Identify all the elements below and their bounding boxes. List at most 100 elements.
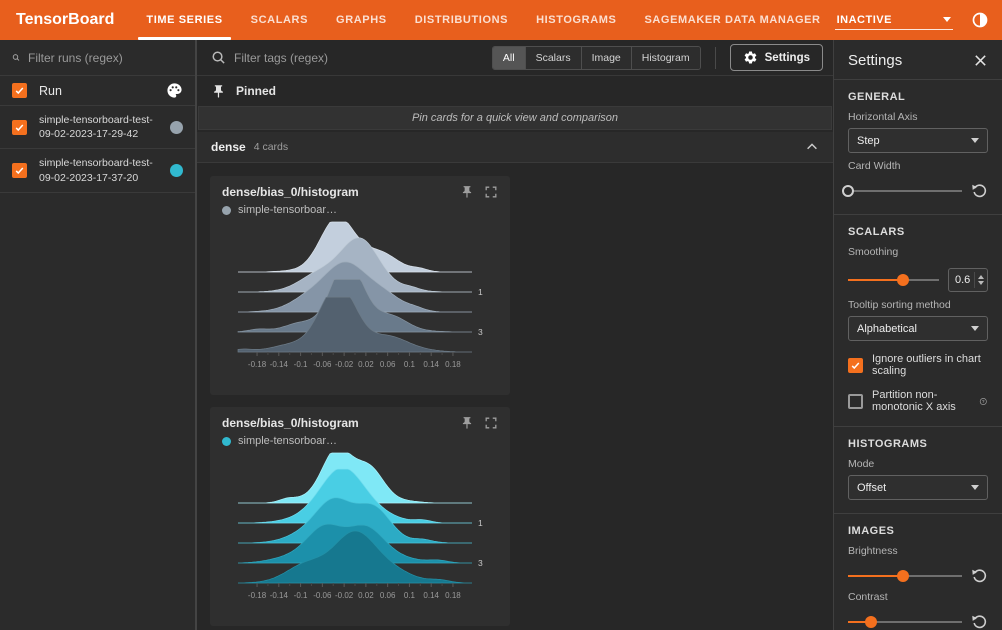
svg-text:1: 1 — [478, 518, 483, 528]
pin-icon[interactable] — [460, 416, 474, 430]
histogram-chart: -0.18 -0.14 -0.1 -0.06 -0.02 0.02 0.06 0.1 0.14 0… — [222, 218, 498, 379]
ignore-outliers-option[interactable]: Ignore outliers in chart scaling — [848, 353, 988, 377]
svg-text:-0.18: -0.18 — [248, 591, 267, 600]
field-label: Smoothing — [848, 246, 899, 258]
search-icon — [12, 50, 20, 65]
partition-x-axis-checkbox[interactable] — [848, 393, 863, 409]
smoothing-slider[interactable] — [848, 273, 939, 287]
tab-scalars[interactable]: SCALARS — [237, 0, 322, 40]
tab-time-series[interactable]: TIME SERIES — [132, 0, 236, 40]
tab-distributions[interactable]: DISTRIBUTIONS — [401, 0, 522, 40]
svg-text:-0.06: -0.06 — [313, 591, 332, 600]
field-label: Brightness — [848, 545, 898, 557]
svg-text:-0.14: -0.14 — [270, 591, 289, 600]
slider-thumb[interactable] — [842, 184, 854, 197]
section-name: dense — [211, 140, 246, 154]
field-label: Mode — [848, 458, 875, 470]
svg-text:0.1: 0.1 — [404, 360, 416, 369]
filter-all-button[interactable]: All — [492, 46, 526, 69]
chevron-up-icon[interactable] — [805, 140, 819, 154]
svg-text:-0.14: -0.14 — [270, 360, 289, 369]
histogram-card: dense/bias_0/histogram simple-tensorboar… — [210, 176, 510, 395]
run-row[interactable]: simple-tensorboard-test-09-02-2023-17-37… — [0, 149, 195, 193]
filter-histogram-button[interactable]: Histogram — [631, 46, 700, 69]
section-header-dense[interactable]: dense 4 cards — [197, 132, 833, 163]
slider-thumb[interactable] — [896, 569, 909, 582]
svg-text:0.06: 0.06 — [380, 360, 396, 369]
filter-image-button[interactable]: Image — [581, 46, 632, 69]
reset-icon[interactable] — [971, 567, 988, 584]
svg-text:3: 3 — [478, 558, 483, 568]
number-stepper[interactable] — [974, 272, 987, 288]
settings-panel: Settings GENERAL Horizontal Axis Step Ca… — [833, 40, 1002, 630]
slider-thumb[interactable] — [864, 615, 877, 628]
chevron-down-icon — [971, 138, 979, 143]
run-row[interactable]: simple-tensorboard-test-09-02-2023-17-29… — [0, 106, 195, 150]
run-select-all-checkbox[interactable] — [12, 83, 27, 98]
svg-text:0.18: 0.18 — [445, 591, 461, 600]
fullscreen-icon[interactable] — [484, 185, 498, 199]
svg-text:-0.02: -0.02 — [335, 591, 354, 600]
brightness-slider[interactable] — [848, 569, 962, 583]
check-icon — [14, 165, 25, 176]
legend-dot — [222, 205, 231, 215]
run-checkbox[interactable] — [12, 163, 27, 179]
tab-graphs[interactable]: GRAPHS — [322, 0, 401, 40]
partition-x-axis-option[interactable]: Partition non-monotonic X axis — [848, 389, 988, 413]
palette-icon[interactable] — [166, 82, 183, 99]
run-name: simple-tensorboard-test-09-02-2023-17-29… — [39, 114, 153, 141]
check-icon — [14, 122, 25, 133]
filter-scalars-button[interactable]: Scalars — [525, 46, 582, 69]
search-icon — [211, 50, 226, 65]
gear-icon — [743, 50, 758, 65]
divider — [714, 46, 716, 69]
svg-text:-0.1: -0.1 — [294, 591, 308, 600]
pin-icon[interactable] — [460, 185, 474, 199]
cards-grid: dense/bias_0/histogram simple-tensorboar… — [197, 163, 833, 630]
histogram-chart: -0.18 -0.14 -0.1 -0.06 -0.02 0.02 0.06 0.1 0.14 0… — [222, 449, 498, 610]
histogram-mode-select[interactable]: Offset — [848, 475, 988, 500]
svg-text:-0.02: -0.02 — [335, 360, 354, 369]
run-color-dot — [170, 120, 183, 134]
settings-section-images: IMAGES Brightness Contrast Show actual i… — [834, 514, 1002, 630]
histogram-card: dense/bias_0/histogram simple-tensorboar… — [210, 407, 510, 626]
svg-text:0.02: 0.02 — [358, 591, 374, 600]
settings-button[interactable]: Settings — [729, 44, 823, 71]
tooltip-sorting-select[interactable]: Alphabetical — [848, 316, 988, 341]
main-area: All Scalars Image Histogram Settings Pin… — [197, 40, 833, 630]
card-title: dense/bias_0/histogram — [222, 185, 359, 199]
settings-section-general: GENERAL Horizontal Axis Step Card Width — [834, 80, 1002, 215]
svg-text:0.14: 0.14 — [423, 591, 439, 600]
filter-tags-input[interactable] — [234, 50, 484, 65]
tab-sagemaker-data-manager[interactable]: SAGEMAKER DATA MANAGER — [630, 0, 834, 40]
close-icon[interactable] — [973, 53, 988, 68]
smoothing-value-input[interactable]: 0.6 — [948, 268, 988, 292]
tab-histograms[interactable]: HISTOGRAMS — [522, 0, 630, 40]
run-header-row[interactable]: Run — [0, 76, 195, 106]
reset-icon[interactable] — [971, 613, 988, 630]
contrast-slider[interactable] — [848, 615, 962, 629]
legend-label: simple-tensorboar… — [238, 435, 338, 447]
svg-text:-0.1: -0.1 — [294, 360, 308, 369]
run-checkbox[interactable] — [12, 119, 27, 135]
fullscreen-icon[interactable] — [484, 416, 498, 430]
reset-icon[interactable] — [971, 182, 988, 199]
ignore-outliers-checkbox[interactable] — [848, 357, 863, 373]
help-icon[interactable] — [979, 395, 988, 408]
filter-runs-input[interactable] — [28, 50, 183, 65]
app-logo: TensorBoard — [16, 11, 115, 28]
legend-dot — [222, 436, 231, 446]
status-dropdown[interactable]: INACTIVE — [834, 11, 953, 30]
chevron-down-icon — [942, 17, 951, 22]
card-width-slider[interactable] — [842, 184, 962, 198]
run-header-label: Run — [39, 83, 62, 98]
section-card-count: 4 cards — [253, 141, 289, 153]
svg-text:0.18: 0.18 — [445, 360, 461, 369]
svg-text:-0.18: -0.18 — [248, 360, 267, 369]
horizontal-axis-select[interactable]: Step — [848, 128, 988, 153]
chevron-down-icon — [971, 485, 979, 490]
svg-text:0.02: 0.02 — [358, 360, 374, 369]
section-heading: HISTOGRAMS — [848, 438, 928, 450]
slider-thumb[interactable] — [896, 274, 909, 286]
contrast-icon[interactable] — [971, 11, 989, 29]
